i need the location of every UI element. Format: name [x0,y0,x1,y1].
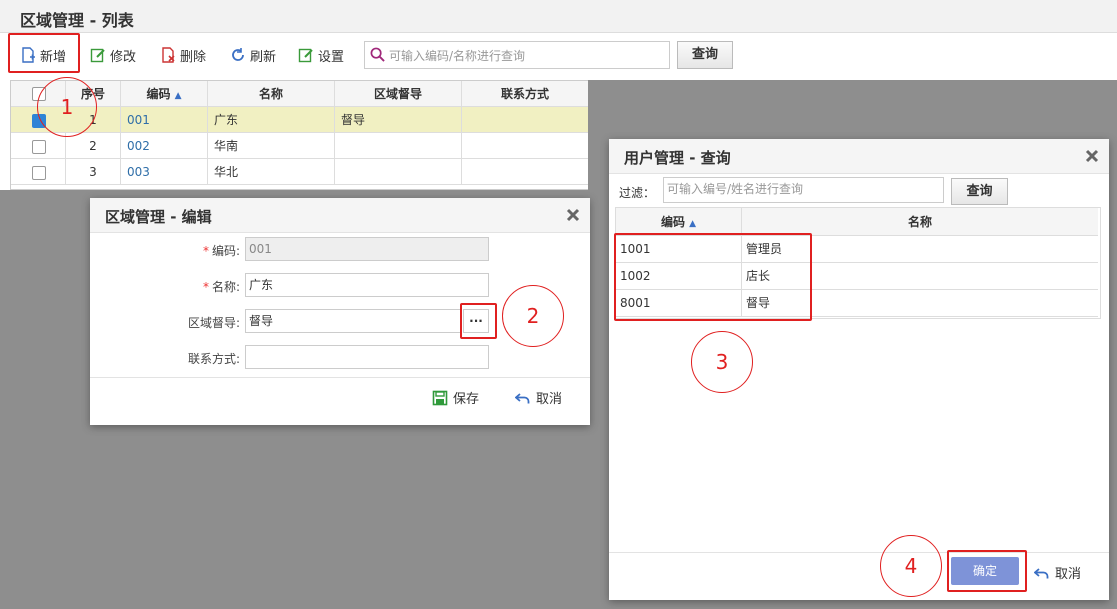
user-cancel-button-label: 取消 [1055,567,1082,582]
edit-button[interactable]: 修改 [90,43,136,67]
region-table: 序号 编码 ▲ 名称 区域督导 联系方式 1 001 广东 督导 2 002 华… [10,80,590,190]
row-checkbox[interactable] [32,140,46,154]
row-code[interactable]: 002 [121,133,208,159]
column-header-code[interactable]: 编码 ▲ [616,208,742,236]
row-index: 2 [66,133,121,159]
close-icon[interactable] [566,208,580,222]
row-name: 广东 [208,107,335,133]
dialog-title: 区域管理 - 编辑 [105,208,212,226]
settings-icon [298,48,313,63]
settings-button[interactable]: 设置 [298,43,344,67]
close-icon[interactable] [1085,149,1099,163]
cancel-button-label: 取消 [536,392,563,407]
filter-label: 过滤： [619,186,656,200]
save-icon [432,390,448,405]
dialog-footer: 保存 取消 [90,377,590,426]
edit-icon [90,48,105,63]
contact-field[interactable] [245,345,489,369]
search-icon [370,47,385,62]
annotation-circle-2: 2 [502,285,564,347]
supervisor-field[interactable]: 督导 [245,309,461,333]
column-header-supervisor[interactable]: 区域督导 [335,81,462,107]
row-code[interactable]: 001 [121,107,208,133]
annotation-box-add [8,33,80,73]
query-button[interactable]: 查询 [677,41,733,69]
column-header-name[interactable]: 名称 [742,208,1098,236]
row-contact [462,107,589,133]
search-placeholder: 可输入编码/名称进行查询 [389,49,526,63]
user-query-button[interactable]: 查询 [951,178,1008,205]
annotation-box-user-rows [614,233,812,321]
page-title: 区域管理 - 列表 [20,11,134,30]
name-label: * 名称: [90,278,240,295]
column-header-code-label: 编码 [660,215,685,229]
refresh-icon [232,48,244,61]
window-header: 区域管理 - 列表 [0,0,1117,33]
dialog-header: 用户管理 - 查询 [609,139,1109,174]
name-label-text: 名称: [211,280,240,294]
dialog-title: 用户管理 - 查询 [624,149,731,167]
column-header-code[interactable]: 编码 ▲ [121,81,208,107]
user-query-dialog: 用户管理 - 查询 过滤： 可输入编号/姓名进行查询 查询 编码 ▲ 名称 10… [609,139,1109,600]
row-name: 华南 [208,133,335,159]
required-mark: * [202,280,209,294]
user-cancel-button[interactable]: 取消 [1034,563,1081,582]
name-field[interactable]: 广东 [245,273,489,297]
save-button[interactable]: 保存 [432,388,479,407]
column-header-code-label: 编码 [146,87,171,101]
delete-button-label: 删除 [180,49,207,65]
dialog-header: 区域管理 - 编辑 [90,198,590,233]
row-contact [462,133,589,159]
refresh-button-label: 刷新 [250,49,277,65]
required-mark: * [202,244,209,258]
row-supervisor [335,133,462,159]
annotation-circle-4: 4 [880,535,942,597]
row-index: 3 [66,159,121,185]
save-button-label: 保存 [453,392,480,407]
supervisor-label: 区域督导: [187,316,240,330]
row-checkbox[interactable] [32,166,46,180]
refresh-button[interactable]: 刷新 [230,43,276,67]
delete-button[interactable]: 删除 [160,43,206,67]
delete-document-icon [162,47,175,63]
undo-icon [1034,567,1049,578]
column-header-contact[interactable]: 联系方式 [462,81,589,107]
filter-input[interactable]: 可输入编号/姓名进行查询 [663,177,944,203]
settings-button-label: 设置 [318,49,345,65]
annotation-circle-1: 1 [37,77,97,137]
row-code[interactable]: 003 [121,159,208,185]
row-contact [462,159,589,185]
column-header-name[interactable]: 名称 [208,81,335,107]
undo-icon [515,392,530,403]
annotation-circle-3: 3 [691,331,753,393]
annotation-box-confirm [947,550,1027,592]
cancel-button[interactable]: 取消 [515,388,562,407]
sort-ascending-icon: ▲ [174,91,182,101]
code-label: * 编码: [90,242,240,259]
contact-label: 联系方式: [187,352,240,366]
row-supervisor: 督导 [335,107,462,133]
row-name: 华北 [208,159,335,185]
edit-button-label: 修改 [110,49,137,65]
annotation-box-picker [460,303,497,339]
code-label-text: 编码: [211,244,240,258]
row-supervisor [335,159,462,185]
code-field: 001 [245,237,489,261]
sort-ascending-icon: ▲ [689,219,697,229]
search-input[interactable]: 可输入编码/名称进行查询 [364,41,670,69]
